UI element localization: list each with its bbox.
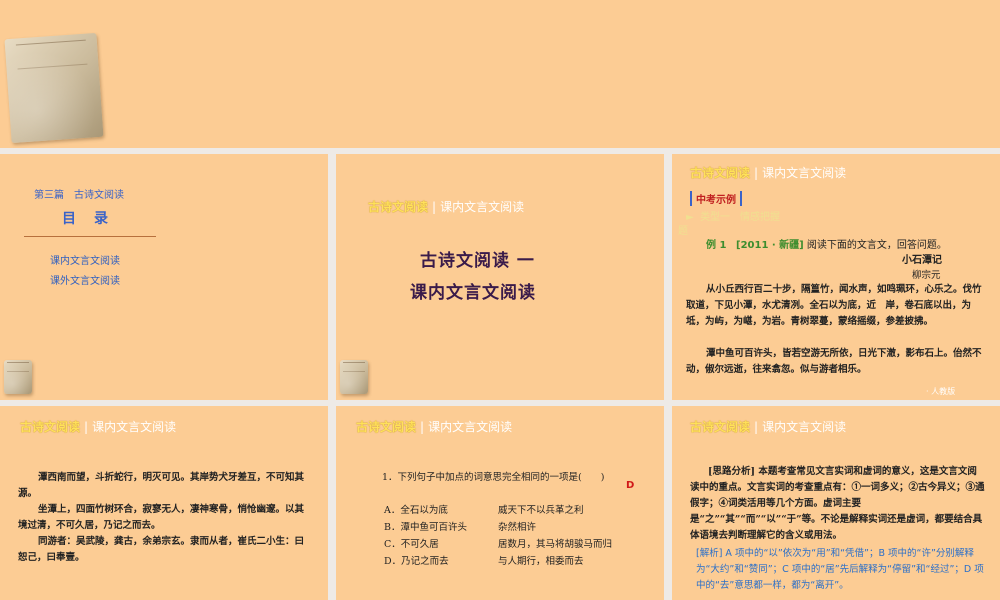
option-right: 杂然相许 — [498, 522, 537, 533]
example-badge: 中考示例 — [690, 191, 742, 206]
option-right: 与人期行，相委而去 — [498, 556, 584, 567]
option-left: A．全石以为底 — [384, 505, 448, 516]
essay-author: 柳宗元 — [912, 270, 941, 281]
toc-heading: 目 录 — [62, 211, 110, 227]
option-row[interactable]: D．乃记之而去 与人期行，相委而去 — [384, 553, 654, 570]
option-row[interactable]: A．全石以为底 威天下不以兵革之利 — [384, 502, 654, 519]
option-left: C．不可久居 — [384, 539, 439, 550]
essay-paragraph-2: 潭中鱼可百许头，皆若空游无所依，日光下澈，影布石上。佁然不动，俶尔远逝，往来翕忽… — [686, 348, 982, 375]
option-left: B．潭中鱼可百许头 — [384, 522, 467, 533]
slide-example[interactable]: 古诗文阅读 | 课内文言文阅读 中考示例 ► 类型一 情感把握 题 例 1 [201… — [672, 154, 1000, 400]
paper-bag-image — [4, 32, 104, 144]
slide-text-continued[interactable]: 古诗文阅读 | 课内文言文阅读 潭西南而望，斗折蛇行，明灭可见。其岸势犬牙差互，不可… — [0, 406, 328, 600]
essay-paragraph-1: 从小丘西行百二十步，隔篁竹，闻水声，如鸣珮环，心乐之。伐竹取道，下见小潭，水尤清… — [686, 284, 982, 327]
toc-link-inclass[interactable]: 课内文言文阅读 — [50, 252, 120, 267]
paper-bag-thumb — [340, 360, 368, 394]
type-label-cont: 题 — [678, 226, 688, 237]
analysis-paragraph: [思路分析] 本题考查常见文言实词和虚词的意义，这是文言文阅读中的重点。文言实词… — [690, 466, 985, 541]
analysis-label: [思路分析] — [708, 466, 755, 477]
slide-section-title[interactable]: 古诗文阅读 | 课内文言文阅读 古诗文阅读 一 课内文言文阅读 — [336, 154, 664, 400]
slide-header: 古诗文阅读 | 课内文言文阅读 — [20, 420, 177, 434]
section-heading-1: 古诗文阅读 一 — [420, 251, 535, 271]
slide-header: 古诗文阅读 | 课内文言文阅读 — [368, 200, 525, 214]
type-label: ► 类型一 情感把握 — [686, 212, 781, 223]
option-row[interactable]: B．潭中鱼可百许头 杂然相许 — [384, 519, 654, 536]
essay-paragraph-4: 坐潭上，四面竹树环合，寂寥无人，凄神寒骨，悄怆幽邃。以其境过清，不可久居，乃记之… — [18, 504, 305, 531]
answer-marker: D — [626, 480, 635, 491]
slide-header: 古诗文阅读 | 课内文言文阅读 — [690, 166, 847, 180]
option-list: A．全石以为底 威天下不以兵革之利 B．潭中鱼可百许头 杂然相许 C．不可久居 居数月，其… — [384, 502, 654, 570]
title-slide — [0, 0, 1000, 148]
example-line: 例 1 [2011 · 新疆] 阅读下面的文言文，回答问题。 — [706, 240, 947, 251]
option-row[interactable]: C．不可久居 居数月，其马将胡骏马而归 — [384, 536, 654, 553]
slide-header: 古诗文阅读 | 课内文言文阅读 — [356, 420, 513, 434]
section-title: 第三篇 古诗文阅读 — [34, 190, 124, 201]
toc-link-extra[interactable]: 课外文言文阅读 — [50, 272, 120, 287]
question-text: 1．下列句子中加点的词意思完全相同的一项是( ) — [382, 472, 605, 483]
option-right: 威天下不以兵革之利 — [498, 505, 584, 516]
essay-paragraph-3: 潭西南而望，斗折蛇行，明灭可见。其岸势犬牙差互，不可知其源。 — [18, 472, 305, 499]
slide-toc[interactable]: 第三篇 古诗文阅读 目 录 课内文言文阅读 课外文言文阅读 — [0, 154, 328, 400]
section-heading-2: 课内文言文阅读 — [410, 283, 536, 303]
essay-title: 小石潭记 — [902, 255, 942, 266]
essay-paragraph-5: 同游者：吴武陵，龚古，余弟宗玄。隶而从者，崔氏二小生：曰恕己，曰奉壹。 — [18, 536, 305, 563]
slide-header: 古诗文阅读 | 课内文言文阅读 — [690, 420, 847, 434]
paper-bag-thumb — [4, 360, 32, 394]
slide-analysis[interactable]: 古诗文阅读 | 课内文言文阅读 [思路分析] 本题考查常见文言实词和虚词的意义，这是… — [672, 406, 1000, 600]
explanation-paragraph: [解析] A 项中的“以”依次为“用”和“凭借”；B 项中的“许”分别解释为“大… — [696, 548, 984, 591]
option-left: D．乃记之而去 — [384, 556, 449, 567]
publisher-footer: · 人教版 — [926, 387, 956, 396]
option-right: 居数月，其马将胡骏马而归 — [498, 539, 613, 550]
slide-question[interactable]: 古诗文阅读 | 课内文言文阅读 1．下列句子中加点的词意思完全相同的一项是( ) D… — [336, 406, 664, 600]
toc-divider — [24, 236, 156, 237]
